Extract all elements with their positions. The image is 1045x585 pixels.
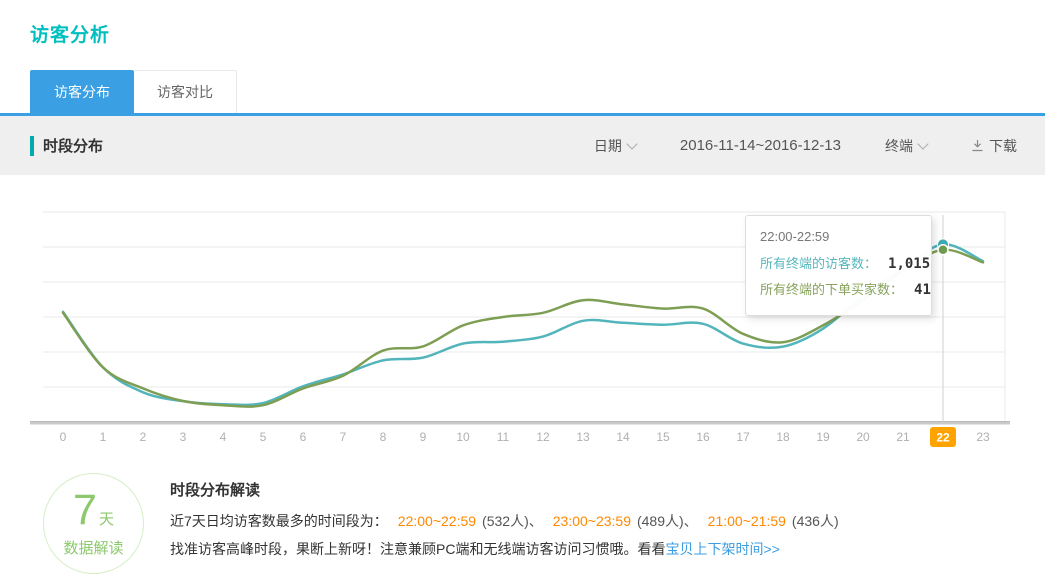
shelf-time-link[interactable]: 宝贝上下架时间>>: [665, 541, 779, 557]
x-tick-label: 5: [260, 430, 267, 444]
peak-time: 22:00~22:59: [398, 513, 476, 529]
peaks-list: 22:00~22:59(532人)、23:00~23:59(489人)、21:0…: [388, 513, 839, 529]
tabs-bar: 访客分布 访客对比: [0, 70, 1045, 116]
terminal-dropdown[interactable]: 终端: [885, 136, 927, 156]
date-dropdown-label: 日期: [594, 138, 622, 154]
x-tick-label: 17: [736, 430, 750, 444]
x-tick-label: 7: [340, 430, 347, 444]
tooltip-time: 22:00-22:59: [760, 226, 917, 248]
insight-section: 7天 数据解读 时段分布解读 近7天日均访客数最多的时间段为： 22:00~22:…: [0, 455, 1045, 585]
x-tick-label: 11: [497, 430, 510, 444]
x-tick-label: 9: [420, 430, 427, 444]
tab-visitor-compare[interactable]: 访客对比: [134, 70, 237, 113]
x-tick-label: 4: [220, 430, 227, 444]
x-tick-label: 16: [696, 430, 710, 444]
x-tick-label: 12: [536, 430, 550, 444]
insight-text: 时段分布解读 近7天日均访客数最多的时间段为： 22:00~22:59 (532人)…: [170, 479, 839, 563]
x-tick-label: 15: [656, 430, 670, 444]
x-tick-label: 23: [976, 430, 990, 444]
insight-peaks-line: 近7天日均访客数最多的时间段为：22:00~22:59(532人)、23:00~…: [170, 507, 839, 535]
highlight-dot-buyers: [938, 245, 948, 255]
tooltip-buyers-value: 41: [914, 282, 931, 298]
date-dropdown[interactable]: 日期: [594, 136, 636, 156]
x-tick-label: 0: [60, 430, 67, 444]
x-tick-label: 14: [616, 430, 630, 444]
badge-caption: 数据解读: [63, 537, 123, 558]
terminal-dropdown-label: 终端: [885, 138, 913, 154]
x-tick-label: 20: [856, 430, 870, 444]
peak-separator: 、: [684, 513, 698, 529]
badge-unit: 天: [99, 508, 114, 529]
section-title: 时段分布: [43, 135, 103, 156]
chevron-down-icon: [626, 138, 637, 149]
x-tick-label: 8: [380, 430, 387, 444]
insight-heading: 时段分布解读: [170, 479, 839, 500]
tooltip-visitors-row: 所有终端的访客数：1,015: [760, 251, 917, 277]
x-tick-label: 18: [776, 430, 790, 444]
seven-day-badge: 7天 数据解读: [43, 473, 144, 574]
page-header: 访客分析: [0, 0, 1045, 70]
peak-time: 23:00~23:59: [553, 513, 631, 529]
visitor-analysis-page: 访客分析 访客分布 访客对比 时段分布 日期 2016-11-14~2016-1…: [0, 0, 1045, 585]
date-range-value[interactable]: 2016-11-14~2016-12-13: [680, 137, 841, 154]
x-tick-label: 6: [300, 430, 307, 444]
peaks-prefix: 近7天日均访客数最多的时间段为：: [170, 513, 388, 529]
peak-count: (489人): [637, 513, 684, 529]
peak-time: 21:00~21:59: [708, 513, 786, 529]
tooltip-visitors-label: 所有终端的访客数：: [760, 256, 877, 271]
x-tick-label: 10: [456, 430, 470, 444]
x-tick-label: 2: [140, 430, 147, 444]
insight-advice-line: 找准访客高峰时段，果断上新呀！注意兼顾PC端和无线端访客访问习惯哦。看看宝贝上下…: [170, 535, 839, 563]
section-header: 时段分布 日期 2016-11-14~2016-12-13 终端 下载: [0, 116, 1045, 175]
tooltip-visitors-value: 1,015: [888, 256, 930, 272]
download-label: 下载: [989, 136, 1017, 156]
section-accent-bar: [30, 136, 34, 156]
tab-visitor-distribution[interactable]: 访客分布: [30, 70, 134, 113]
x-tick-label: 13: [576, 430, 590, 444]
advice-text: 找准访客高峰时段，果断上新呀！注意兼顾PC端和无线端访客访问习惯哦。看看: [170, 541, 665, 557]
x-tick-label: 21: [896, 430, 910, 444]
tooltip-buyers-row: 所有终端的下单买家数：41: [760, 277, 917, 303]
peak-count: (532人): [482, 513, 529, 529]
peak-count: (436人): [792, 513, 839, 529]
page-title: 访客分析: [30, 20, 1045, 47]
x-tick-label: 1: [100, 430, 107, 444]
chevron-down-icon: [917, 138, 928, 149]
download-button[interactable]: 下载: [971, 136, 1017, 156]
download-icon: [971, 139, 984, 152]
chart-tooltip: 22:00-22:59 所有终端的访客数：1,015 所有终端的下单买家数：41: [745, 215, 932, 316]
x-tick-label: 3: [180, 430, 187, 444]
badge-number: 7: [73, 489, 97, 532]
x-tick-label-highlighted: 22: [936, 431, 950, 445]
x-tick-label: 19: [816, 430, 830, 444]
peak-separator: 、: [529, 513, 543, 529]
time-distribution-chart[interactable]: 01234567891011121314151617181920212223 2…: [0, 175, 1045, 455]
chart-controls: 日期 2016-11-14~2016-12-13 终端 下载: [594, 136, 1017, 156]
tooltip-buyers-label: 所有终端的下单买家数：: [760, 282, 903, 297]
badge-top-line: 7天: [73, 489, 114, 532]
